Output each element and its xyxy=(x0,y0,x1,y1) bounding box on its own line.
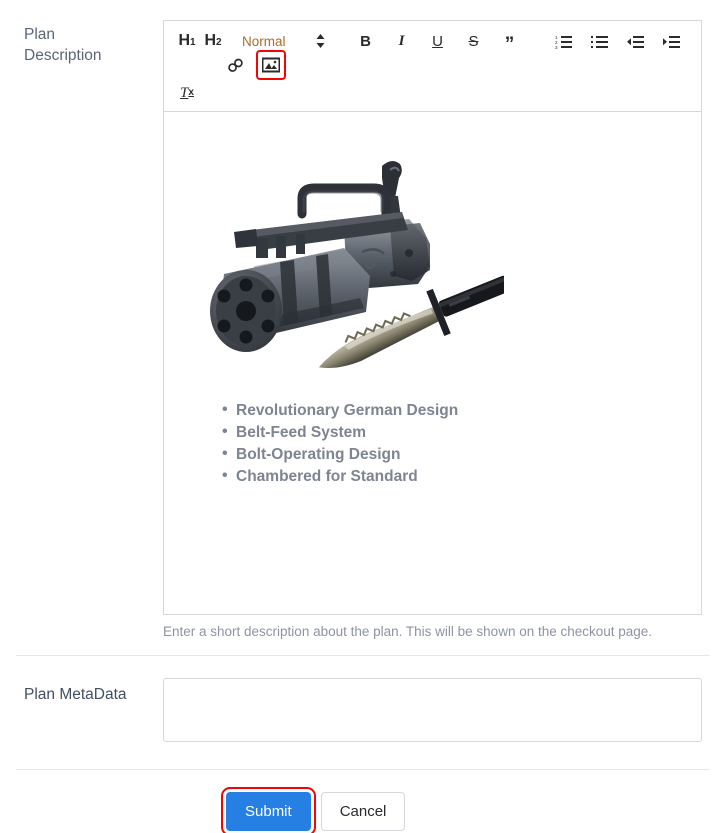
svg-text:3: 3 xyxy=(555,45,558,49)
heading2-button[interactable]: H2 xyxy=(201,29,225,53)
plan-metadata-control xyxy=(163,678,726,747)
actions-container: Submit Cancel xyxy=(163,787,406,833)
bold-button[interactable]: B xyxy=(354,29,378,53)
plan-description-help-text: Enter a short description about the plan… xyxy=(163,624,653,639)
heading2-label: H xyxy=(204,32,216,49)
bullet-list-icon xyxy=(591,34,609,49)
heading2-sub: 2 xyxy=(216,37,222,48)
format-picker[interactable]: Normal xyxy=(242,29,325,53)
list-item: Bolt-Operating Design xyxy=(222,443,685,466)
clear-formatting-sub: x xyxy=(188,87,194,98)
clear-formatting-label: T xyxy=(180,84,189,101)
editor-toolbar: H1 H2 Normal B I U S ” 1 2 3 T x xyxy=(164,21,701,112)
link-icon xyxy=(227,58,244,73)
list-item: Chambered for Standard xyxy=(222,465,685,488)
actions-spacer xyxy=(0,792,163,831)
plan-description-label: Plan Description xyxy=(0,20,163,641)
product-image xyxy=(194,126,504,388)
ordered-list-button[interactable]: 1 2 3 xyxy=(552,29,576,53)
submit-button[interactable]: Submit xyxy=(221,787,316,833)
heading1-sub: 1 xyxy=(190,37,196,48)
heading1-label: H xyxy=(178,32,190,49)
outdent-icon xyxy=(627,34,645,49)
plan-metadata-label: Plan MetaData xyxy=(24,686,127,703)
plan-description-row: Plan Description H1 H2 Normal B I U S ” … xyxy=(0,0,726,641)
ordered-list-icon: 1 2 3 xyxy=(555,34,573,49)
form-actions-row: Submit Cancel xyxy=(0,770,726,833)
underline-button[interactable]: U xyxy=(426,29,450,53)
format-picker-value: Normal xyxy=(242,33,286,49)
list-item: Revolutionary German Design xyxy=(222,399,685,422)
feature-bullet-list: Revolutionary German Design Belt-Feed Sy… xyxy=(180,399,685,488)
plan-description-label-line2: Description xyxy=(24,47,102,64)
editor-toolbar-row-2: Tx xyxy=(174,77,691,105)
image-icon xyxy=(262,57,280,73)
list-item: Belt-Feed System xyxy=(222,421,685,444)
blockquote-button[interactable]: ” xyxy=(498,33,522,57)
italic-button[interactable]: I xyxy=(390,29,414,53)
plan-description-label-line1: Plan xyxy=(24,26,56,43)
chevron-updown-icon xyxy=(316,34,325,48)
editor-content-area[interactable]: Revolutionary German Design Belt-Feed Sy… xyxy=(164,112,701,614)
cancel-button[interactable]: Cancel xyxy=(320,792,406,831)
outdent-button[interactable] xyxy=(624,29,648,53)
indent-icon xyxy=(663,34,681,49)
insert-image-button[interactable] xyxy=(256,50,286,80)
heading1-button[interactable]: H1 xyxy=(175,29,199,53)
indent-button[interactable] xyxy=(660,29,684,53)
link-button[interactable] xyxy=(223,53,247,77)
bullet-list-button[interactable] xyxy=(588,29,612,53)
plan-metadata-row: Plan MetaData xyxy=(0,656,726,769)
plan-description-control: H1 H2 Normal B I U S ” 1 2 3 T x • Revol… xyxy=(163,20,726,641)
rich-text-editor[interactable]: H1 H2 Normal B I U S ” 1 2 3 T x • Revol… xyxy=(163,20,702,615)
clear-formatting-button[interactable]: Tx xyxy=(175,81,199,105)
strikethrough-button[interactable]: S xyxy=(462,29,486,53)
plan-metadata-input[interactable] xyxy=(163,678,702,742)
